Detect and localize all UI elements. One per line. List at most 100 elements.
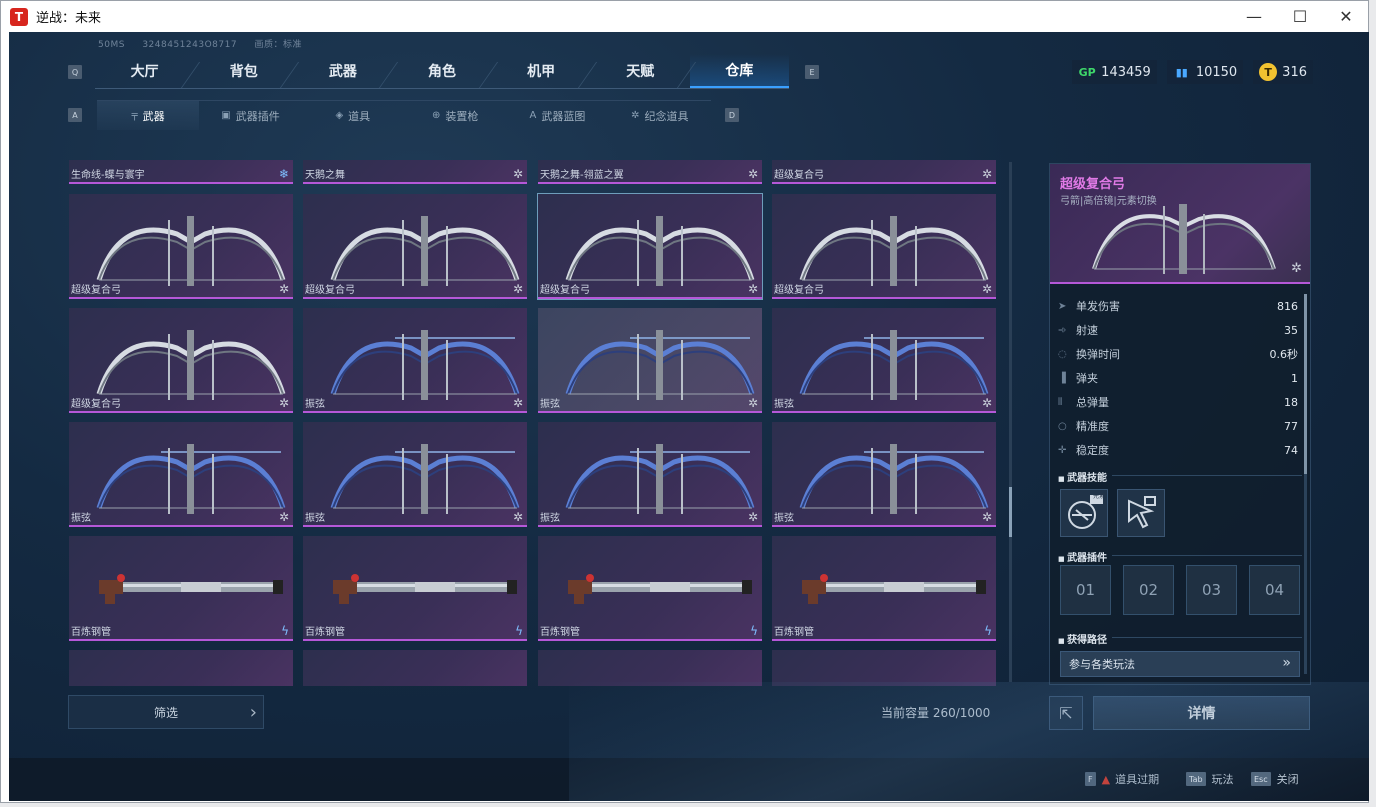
weapon-card[interactable]: 超级复合弓 ✲ bbox=[537, 193, 763, 300]
skill-element-icon[interactable]: 元素 bbox=[1060, 489, 1108, 537]
compound-bow-image bbox=[1092, 204, 1276, 274]
weapon-card[interactable]: 百炼钢管 ϟ bbox=[69, 536, 293, 641]
weapon-card-partial[interactable]: 超级复合弓 ✲ bbox=[772, 160, 996, 184]
plugin-slot[interactable]: 02 bbox=[1123, 565, 1174, 615]
tab-main-1[interactable]: 背包 bbox=[194, 54, 293, 88]
weapon-card[interactable]: 超级复合弓 ✲ bbox=[69, 308, 293, 413]
stat-icon: ⫴ bbox=[1058, 396, 1063, 408]
weapon-card-empty[interactable] bbox=[69, 650, 293, 686]
app-logo-icon: T bbox=[10, 7, 28, 26]
weapon-card[interactable]: 振弦 ✲ bbox=[772, 422, 996, 527]
rarity-star-icon: ✲ bbox=[278, 510, 289, 524]
rarity-star-icon: ✲ bbox=[981, 510, 992, 524]
window-title: 逆战：未来 bbox=[36, 11, 102, 26]
weapon-card[interactable]: 振弦 ✲ bbox=[538, 308, 762, 413]
window-titlebar[interactable]: T 逆战：未来 — ☐ ✕ bbox=[1, 1, 1368, 32]
tab-main-6[interactable]: 仓库 bbox=[689, 54, 789, 88]
warning-icon: ▲ bbox=[1101, 772, 1111, 786]
weapon-card[interactable]: 百炼钢管 ϟ bbox=[772, 536, 996, 641]
details-button[interactable]: 详情 bbox=[1093, 696, 1310, 730]
tab-sub-3[interactable]: ⊕ 装置枪 bbox=[404, 101, 506, 130]
weapon-card-partial[interactable]: 生命线-蝶与寰宇 ❄ bbox=[69, 160, 293, 184]
weapon-card[interactable]: 超级复合弓 ✲ bbox=[303, 194, 527, 299]
weapon-card-empty[interactable] bbox=[772, 650, 996, 686]
double-chevron-right-icon: » bbox=[1282, 655, 1291, 671]
weapon-card-name: 超级复合弓 bbox=[305, 285, 355, 296]
footer-key: F bbox=[1085, 772, 1096, 786]
weapon-card-name: 天鹅之舞-翎蓝之翼 bbox=[540, 170, 624, 181]
tab-main-3[interactable]: 角色 bbox=[392, 54, 491, 88]
weapon-card[interactable]: 百炼钢管 ϟ bbox=[303, 536, 527, 641]
blueprint-icon: A bbox=[529, 110, 537, 121]
tab-main-2[interactable]: 武器 bbox=[293, 54, 392, 88]
detail-scrollbar[interactable] bbox=[1304, 294, 1307, 674]
weapon-card-name: 振弦 bbox=[774, 399, 794, 410]
weapon-card-empty[interactable] bbox=[303, 650, 527, 686]
filter-button[interactable]: 筛选 › bbox=[68, 695, 264, 729]
weapon-card-name: 振弦 bbox=[305, 513, 325, 524]
stat-label: 射速 bbox=[1076, 324, 1098, 337]
close-window-button[interactable]: ✕ bbox=[1323, 1, 1369, 32]
weapon-card-name: 百炼钢管 bbox=[774, 627, 814, 638]
rarity-star-icon: ✲ bbox=[981, 282, 992, 296]
detail-scroll-thumb[interactable] bbox=[1304, 294, 1307, 474]
weapon-card-name: 振弦 bbox=[71, 513, 91, 524]
lightning-icon: ϟ bbox=[750, 624, 758, 638]
maximize-button[interactable]: ☐ bbox=[1277, 1, 1323, 32]
tab-sub-1[interactable]: ▣ 武器插件 bbox=[199, 101, 301, 130]
skills-divider bbox=[1112, 475, 1302, 476]
weapon-card[interactable]: 振弦 ✲ bbox=[303, 422, 527, 527]
grid-scroll-thumb[interactable] bbox=[1009, 487, 1012, 537]
tab-sub-4[interactable]: A 武器蓝图 bbox=[506, 101, 608, 130]
weapon-card-partial[interactable]: 天鹅之舞 ✲ bbox=[303, 160, 527, 184]
stat-value: 1 bbox=[1291, 371, 1298, 385]
stat-value: 77 bbox=[1284, 419, 1298, 433]
footer-hint[interactable]: F ▲ 道具过期 bbox=[1085, 771, 1159, 787]
weapon-card[interactable]: 超级复合弓 ✲ bbox=[69, 194, 293, 299]
weapon-card-partial[interactable]: 天鹅之舞-翎蓝之翼 ✲ bbox=[538, 160, 762, 184]
share-button[interactable]: ⇱ bbox=[1049, 696, 1083, 730]
skill-cursor-icon[interactable] bbox=[1117, 489, 1165, 537]
rarity-star-icon: ✲ bbox=[512, 396, 523, 410]
minimize-button[interactable]: — bbox=[1231, 1, 1277, 32]
tab-sub-label: 武器蓝图 bbox=[541, 109, 586, 123]
weapon-card-name: 振弦 bbox=[305, 399, 325, 410]
weapon-card[interactable]: 百炼钢管 ϟ bbox=[538, 536, 762, 641]
weapon-card[interactable]: 振弦 ✲ bbox=[772, 308, 996, 413]
plugin-slot[interactable]: 01 bbox=[1060, 565, 1111, 615]
weapon-card[interactable]: 振弦 ✲ bbox=[303, 308, 527, 413]
tab-main-5[interactable]: 天赋 bbox=[591, 54, 690, 88]
chevron-right-icon: › bbox=[249, 702, 257, 723]
weapon-card-name: 天鹅之舞 bbox=[305, 170, 345, 181]
plugin-icon: ▣ bbox=[221, 110, 231, 121]
weapon-card[interactable]: 振弦 ✲ bbox=[69, 422, 293, 527]
stat-label: 稳定度 bbox=[1076, 444, 1109, 457]
tab-main-0[interactable]: 大厅 bbox=[95, 54, 194, 88]
tab-sub-5[interactable]: ✲ 纪念道具 bbox=[609, 101, 711, 130]
tab-sub-label: 武器 bbox=[142, 109, 165, 123]
weapon-card[interactable]: 超级复合弓 ✲ bbox=[772, 194, 996, 299]
weapon-card-name: 振弦 bbox=[540, 513, 560, 524]
footer-hint[interactable]: Tab 玩法 bbox=[1186, 771, 1234, 787]
gp-currency: GP 143459 bbox=[1072, 60, 1157, 84]
stats-list: ➤ 单发伤害 816 ➾ 射速 35 ◌ 换弹时间 0.6秒 ▐ 弹夹 1 ⫴ 总弹量 18 ○ 精准度 77 ✛ 稳… bbox=[1058, 294, 1298, 462]
plugin-slot[interactable]: 03 bbox=[1186, 565, 1237, 615]
rarity-star-icon: ✲ bbox=[747, 396, 758, 410]
footer-hint[interactable]: Esc 关闭 bbox=[1251, 771, 1299, 787]
weapon-card-empty[interactable] bbox=[538, 650, 762, 686]
stat-value: 74 bbox=[1284, 443, 1298, 457]
source-divider bbox=[1112, 637, 1302, 638]
key-hint-q: Q bbox=[68, 65, 82, 79]
weapon-card-name: 超级复合弓 bbox=[540, 285, 590, 296]
obtain-path-button[interactable]: 参与各类玩法 » bbox=[1060, 651, 1300, 677]
weapon-card[interactable]: 振弦 ✲ bbox=[538, 422, 762, 527]
grid-scrollbar[interactable] bbox=[1009, 162, 1012, 682]
key-hint-d: D bbox=[725, 108, 739, 122]
tab-sub-label: 纪念道具 bbox=[644, 109, 689, 123]
tab-main-4[interactable]: 机甲 bbox=[492, 54, 591, 88]
tab-sub-2[interactable]: ◈ 道具 bbox=[302, 101, 404, 130]
tab-sub-0[interactable]: ╤ 武器 bbox=[97, 101, 200, 130]
plugin-slot[interactable]: 04 bbox=[1249, 565, 1300, 615]
stat-label: 总弹量 bbox=[1076, 396, 1109, 409]
stat-row: ➾ 射速 35 bbox=[1058, 318, 1298, 342]
